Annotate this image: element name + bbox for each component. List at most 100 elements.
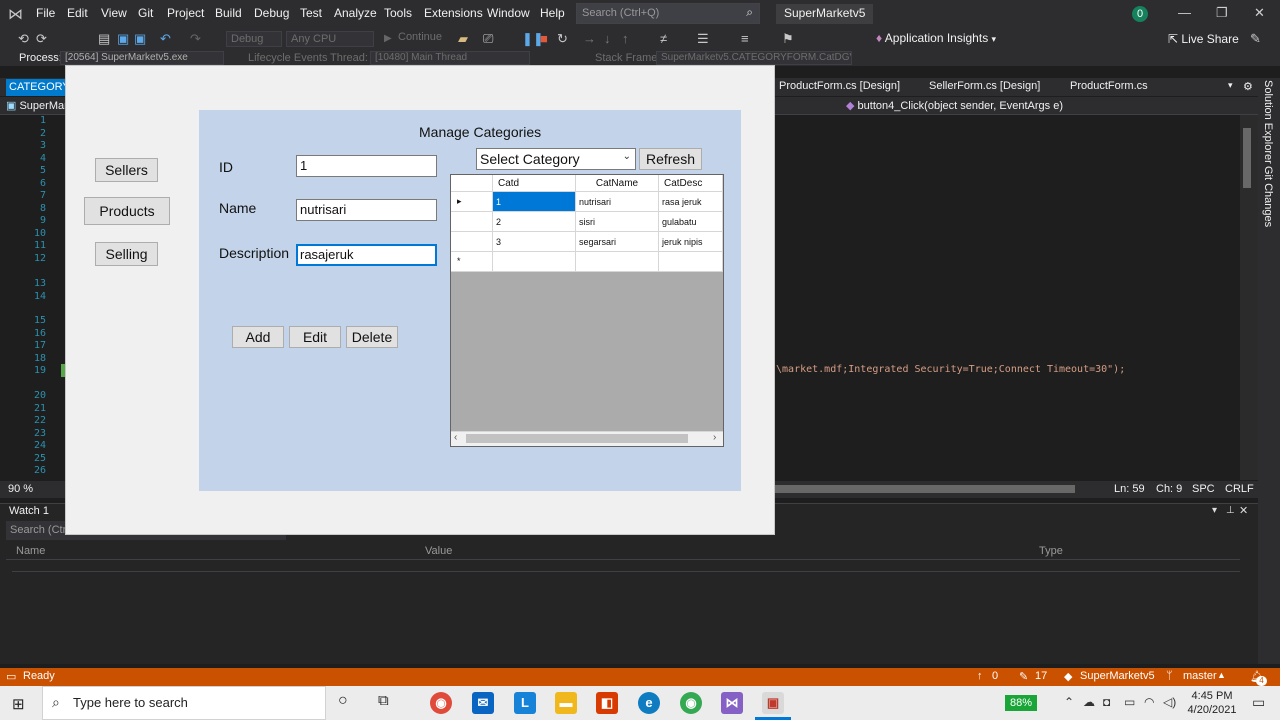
menu-file[interactable]: File	[36, 6, 55, 20]
pin-icon[interactable]: ⊥	[1226, 505, 1235, 516]
grid-new-row-header[interactable]: *	[451, 252, 493, 272]
tray-chevron-up-icon[interactable]: ⌃	[1064, 695, 1074, 709]
zoom-level[interactable]: 90 %	[8, 483, 33, 495]
app-l-icon[interactable]: L	[514, 692, 536, 714]
add-button[interactable]: Add	[232, 326, 284, 348]
tab-categoryform[interactable]: CATEGORYFORM.cs	[6, 79, 68, 96]
hex-icon[interactable]: ≠	[660, 31, 667, 46]
bookmark-icon[interactable]: ⚑	[782, 31, 794, 47]
watch-col-type[interactable]: Type	[1039, 545, 1063, 557]
grid-cell[interactable]: sisri	[576, 212, 659, 232]
thread-select[interactable]: [10480] Main Thread	[370, 51, 530, 65]
forward-icon[interactable]: ⟳	[36, 31, 47, 47]
lifecycle-events[interactable]: Lifecycle Events	[248, 52, 327, 64]
tab-productform[interactable]: ProductForm.cs	[1070, 80, 1148, 92]
antivirus-icon[interactable]: ◘	[1103, 695, 1110, 709]
grid-cell[interactable]: 1	[493, 192, 576, 212]
git-changes-tab[interactable]: Git Changes	[1262, 166, 1274, 227]
refresh-button[interactable]: Refresh	[639, 148, 702, 170]
cortana-icon[interactable]: ○	[338, 692, 348, 710]
menu-debug[interactable]: Debug	[254, 6, 289, 20]
application-insights-button[interactable]: ♦ Application Insights ▾	[876, 31, 996, 45]
edit-button[interactable]: Edit	[289, 326, 341, 348]
menu-build[interactable]: Build	[215, 6, 242, 20]
grid-cell[interactable]: nutrisari	[576, 192, 659, 212]
member-nav[interactable]: ◆ button4_Click(object sender, EventArgs…	[846, 99, 1063, 112]
volume-icon[interactable]: ◁)	[1163, 695, 1176, 709]
tab-productform-design[interactable]: ProductForm.cs [Design]	[779, 80, 900, 92]
grid-cell[interactable]: 2	[493, 212, 576, 232]
grid-row-header[interactable]	[451, 212, 493, 232]
task-view-icon[interactable]: ⧉	[378, 692, 389, 709]
branch-name[interactable]: master	[1183, 670, 1217, 682]
continue-label[interactable]: Continue	[398, 31, 442, 43]
editor-scroll-thumb[interactable]	[1243, 128, 1251, 188]
menu-project[interactable]: Project	[167, 6, 204, 20]
scroll-right-icon[interactable]: ›	[713, 432, 716, 443]
grid-cell[interactable]: segarsari	[576, 232, 659, 252]
sellers-button[interactable]: Sellers	[95, 158, 158, 182]
redo-icon[interactable]: ↷	[190, 31, 201, 47]
minimize-icon[interactable]: —	[1178, 5, 1191, 20]
tab-overflow-icon[interactable]: ▾	[1228, 80, 1233, 91]
menu-edit[interactable]: Edit	[67, 6, 88, 20]
menu-tools[interactable]: Tools	[384, 6, 412, 20]
menu-git[interactable]: Git	[138, 6, 153, 20]
grid-cell[interactable]: jeruk nipis	[659, 232, 723, 252]
maximize-icon[interactable]: ❐	[1216, 5, 1228, 21]
selling-button[interactable]: Selling	[95, 242, 158, 266]
windows-start-icon[interactable]: ⊞	[12, 695, 25, 713]
solution-explorer-tab[interactable]: Solution Explorer	[1262, 80, 1274, 164]
commits-ahead[interactable]: 0	[992, 670, 998, 682]
stack-frame-select[interactable]: SuperMarketv5.CATEGORYFORM.CatDGV_	[656, 51, 852, 65]
scroll-left-icon[interactable]: ‹	[454, 432, 457, 443]
stop-icon[interactable]: ■	[540, 31, 548, 46]
watch-close-icon[interactable]: ✕	[1239, 504, 1248, 517]
action-center-icon[interactable]: ▭	[1252, 694, 1265, 711]
folder-icon[interactable]: ▰	[458, 31, 468, 47]
process-select[interactable]: [20564] SuperMarketv5.exe	[60, 51, 224, 65]
grid-new-row-cell[interactable]	[493, 252, 576, 272]
chrome-icon[interactable]: ◉	[430, 692, 452, 714]
screenshot-icon[interactable]: ⎚	[483, 31, 493, 47]
save-all-icon[interactable]: ▣	[134, 31, 146, 47]
notification-badge[interactable]: 0	[1132, 6, 1148, 22]
grid-row-header[interactable]: ▸	[451, 192, 493, 212]
close-icon[interactable]: ✕	[1254, 5, 1265, 21]
open-file-icon[interactable]: ▤	[98, 31, 110, 47]
live-share-button[interactable]: ⇱ Live Share	[1168, 32, 1239, 46]
grid-row-header[interactable]	[451, 232, 493, 252]
pending-changes[interactable]: 17	[1035, 670, 1047, 682]
platform-select[interactable]: Any CPU	[286, 31, 374, 47]
restart-icon[interactable]: ↻	[557, 31, 568, 47]
gear-icon[interactable]: ⚙	[1243, 80, 1253, 93]
menu-view[interactable]: View	[101, 6, 127, 20]
edge-icon[interactable]: e	[638, 692, 660, 714]
taskbar-clock[interactable]: 4:45 PM 4/20/2021	[1186, 689, 1238, 717]
watch-options-icon[interactable]: ▾	[1212, 505, 1217, 516]
chrome-profile-icon[interactable]: ◉	[680, 692, 702, 714]
step-into-icon[interactable]: ↓	[604, 31, 611, 46]
description-field[interactable]: rasajeruk	[296, 244, 437, 266]
grid-cell[interactable]: rasa jeruk	[659, 192, 723, 212]
project-nav[interactable]: ▣ SuperMark	[6, 99, 73, 112]
battery-icon[interactable]: ▭	[1124, 695, 1135, 709]
config-select[interactable]: Debug	[226, 31, 282, 47]
undo-icon[interactable]: ↶	[160, 31, 171, 47]
save-icon[interactable]: ▣	[117, 31, 129, 47]
grid-new-row-cell[interactable]	[659, 252, 723, 272]
repo-name[interactable]: SuperMarketv5	[1080, 670, 1155, 682]
grid-col-catname[interactable]: CatName	[576, 175, 659, 192]
grid-new-row-cell[interactable]	[576, 252, 659, 272]
grid-scroll-thumb[interactable]	[466, 434, 688, 443]
grid-cell[interactable]: gulabatu	[659, 212, 723, 232]
category-select[interactable]: Select Category ⌄	[476, 148, 636, 170]
menu-extensions[interactable]: Extensions	[424, 6, 483, 20]
wifi-icon[interactable]: ◠	[1144, 695, 1154, 709]
name-field[interactable]: nutrisari	[296, 199, 437, 221]
id-field[interactable]: 1	[296, 155, 437, 177]
watch-col-name[interactable]: Name	[16, 545, 45, 557]
menu-help[interactable]: Help	[540, 6, 565, 20]
office-icon[interactable]: ◧	[596, 692, 618, 714]
grid-col-catid[interactable]: Catd	[493, 175, 576, 192]
